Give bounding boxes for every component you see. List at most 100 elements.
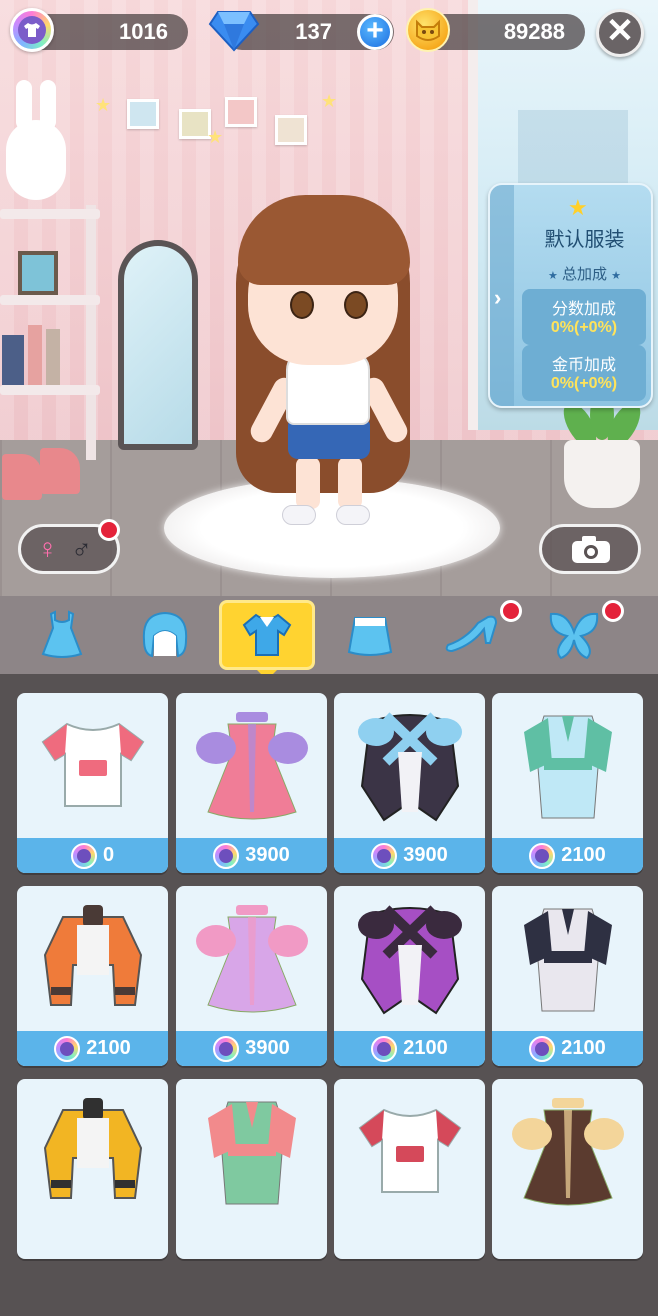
outfit-item-image bbox=[492, 1079, 643, 1224]
outfit-item-card[interactable] bbox=[334, 1079, 485, 1259]
outfit-item-card[interactable]: 2100 bbox=[17, 886, 168, 1066]
shoes-icon bbox=[445, 615, 498, 653]
camera-icon bbox=[572, 536, 610, 563]
star-icon: ★ bbox=[321, 91, 338, 111]
outfit-item-image bbox=[17, 886, 168, 1031]
item-price-bar: 2100 bbox=[17, 1031, 168, 1066]
total-bonus-heading: ★ 总加成 ★ bbox=[514, 263, 655, 284]
skirt-icon bbox=[347, 617, 393, 656]
notification-badge bbox=[500, 600, 522, 622]
photo-icon bbox=[275, 115, 307, 145]
tab-wings[interactable] bbox=[526, 600, 624, 670]
item-price: 0 bbox=[102, 844, 115, 866]
item-price-bar: 3900 bbox=[334, 838, 485, 873]
dress-icon bbox=[41, 610, 83, 658]
item-price: 2100 bbox=[403, 1037, 448, 1059]
item-price: 3900 bbox=[245, 844, 290, 866]
outfit-item-image bbox=[492, 886, 643, 1031]
shirt-coin-icon bbox=[213, 842, 240, 869]
shirt-coin-icon bbox=[10, 8, 54, 52]
more-icon bbox=[649, 610, 658, 660]
item-price-bar: 2100 bbox=[492, 838, 643, 873]
diamond-icon bbox=[208, 8, 260, 52]
potted-plant bbox=[556, 390, 647, 510]
outfit-item-image bbox=[492, 693, 643, 838]
outfit-item-card[interactable]: 3900 bbox=[334, 693, 485, 873]
shirt-coin-amount: 1016 bbox=[119, 19, 168, 44]
outfit-item-image bbox=[334, 693, 485, 838]
outfit-item-card[interactable] bbox=[492, 1079, 643, 1259]
item-price: 3900 bbox=[403, 844, 448, 866]
shirt-coin-icon bbox=[371, 842, 398, 869]
outfit-item-card[interactable]: 0 bbox=[17, 693, 168, 873]
chevron-right-icon[interactable]: › bbox=[494, 285, 501, 311]
tab-dress[interactable] bbox=[14, 600, 110, 670]
shirt-coin-icon bbox=[213, 1035, 240, 1062]
shirt-coin-icon bbox=[70, 842, 97, 869]
item-price-bar: 2100 bbox=[492, 1031, 643, 1066]
star-icon: ★ bbox=[568, 195, 588, 220]
outfit-item-card[interactable] bbox=[17, 1079, 168, 1259]
outfit-set-name: 默认服装 bbox=[544, 229, 625, 251]
outfit-item-image bbox=[334, 1079, 485, 1224]
outfit-item-card[interactable]: 2100 bbox=[334, 886, 485, 1066]
tab-top[interactable] bbox=[219, 600, 315, 670]
item-price-bar: 3900 bbox=[176, 838, 327, 873]
top-icon bbox=[242, 613, 292, 656]
score-bonus-label: 分数加成 bbox=[551, 301, 616, 318]
outfit-item-image bbox=[334, 886, 485, 1031]
mirror bbox=[118, 240, 198, 450]
star-icon: ★ bbox=[95, 95, 112, 115]
coin-bonus-value: 0%(+0%) bbox=[550, 375, 618, 392]
shelf bbox=[0, 205, 105, 465]
outfit-item-image bbox=[17, 693, 168, 838]
outfit-item-image bbox=[176, 1079, 327, 1224]
photo-icon bbox=[127, 99, 159, 129]
outfit-item-card[interactable]: 3900 bbox=[176, 693, 327, 873]
outfit-bonus-panel: › ★ 默认服装 ★ 总加成 ★ 分数加成 0%(+0%) 金币加成 0%(+0… bbox=[488, 183, 653, 408]
wings-icon bbox=[549, 612, 599, 660]
gold-amount: 89288 bbox=[503, 19, 565, 44]
item-price: 3900 bbox=[245, 1037, 290, 1059]
player-avatar[interactable] bbox=[232, 195, 428, 535]
outfit-item-image bbox=[176, 693, 327, 838]
shirt-coin-icon bbox=[54, 1035, 81, 1062]
item-grid: 0 3900 3900 2100 2100 3900 2100 2100 bbox=[0, 674, 658, 1316]
notification-badge bbox=[602, 600, 624, 622]
item-price: 2100 bbox=[561, 1037, 606, 1059]
coin-bonus-box: 金币加成 0%(+0%) bbox=[522, 345, 646, 401]
small-star-icon: ★ bbox=[611, 270, 622, 282]
tab-shoes[interactable] bbox=[424, 600, 522, 670]
tab-hair[interactable] bbox=[117, 600, 213, 670]
outfit-item-card[interactable]: 2100 bbox=[492, 693, 643, 873]
shirt-coin-icon bbox=[529, 842, 556, 869]
outfit-item-card[interactable]: 2100 bbox=[492, 886, 643, 1066]
outfit-item-image bbox=[176, 886, 327, 1031]
shirt-coin-icon bbox=[529, 1035, 556, 1062]
shirt-coin-icon bbox=[371, 1035, 398, 1062]
high-heels bbox=[0, 440, 90, 505]
score-bonus-box: 分数加成 0%(+0%) bbox=[522, 289, 646, 345]
score-bonus-value: 0%(+0%) bbox=[550, 319, 618, 336]
outfit-item-card[interactable]: 3900 bbox=[176, 886, 327, 1066]
male-icon: ♂ bbox=[71, 533, 92, 564]
outfit-item-card[interactable] bbox=[176, 1079, 327, 1259]
close-button[interactable]: ✕ bbox=[596, 9, 644, 57]
outfit-item-image bbox=[17, 1079, 168, 1224]
camera-button[interactable] bbox=[539, 524, 641, 574]
category-tab-bar bbox=[0, 596, 658, 674]
photo-garland: ★ ★ ★ bbox=[95, 91, 345, 155]
total-bonus-label: 总加成 bbox=[561, 266, 607, 283]
female-icon: ♀ bbox=[37, 533, 58, 564]
diamond-amount: 137 bbox=[295, 19, 332, 44]
photo-icon bbox=[225, 97, 257, 127]
item-price-bar: 2100 bbox=[334, 1031, 485, 1066]
star-icon: ★ bbox=[207, 127, 224, 147]
item-price: 2100 bbox=[561, 844, 606, 866]
tab-skirt[interactable] bbox=[322, 600, 418, 670]
coin-bonus-label: 金币加成 bbox=[551, 357, 616, 374]
small-star-icon: ★ bbox=[547, 270, 558, 282]
notification-badge bbox=[98, 519, 120, 541]
tab-more[interactable] bbox=[628, 600, 658, 670]
add-diamond-button[interactable]: + bbox=[357, 14, 393, 50]
